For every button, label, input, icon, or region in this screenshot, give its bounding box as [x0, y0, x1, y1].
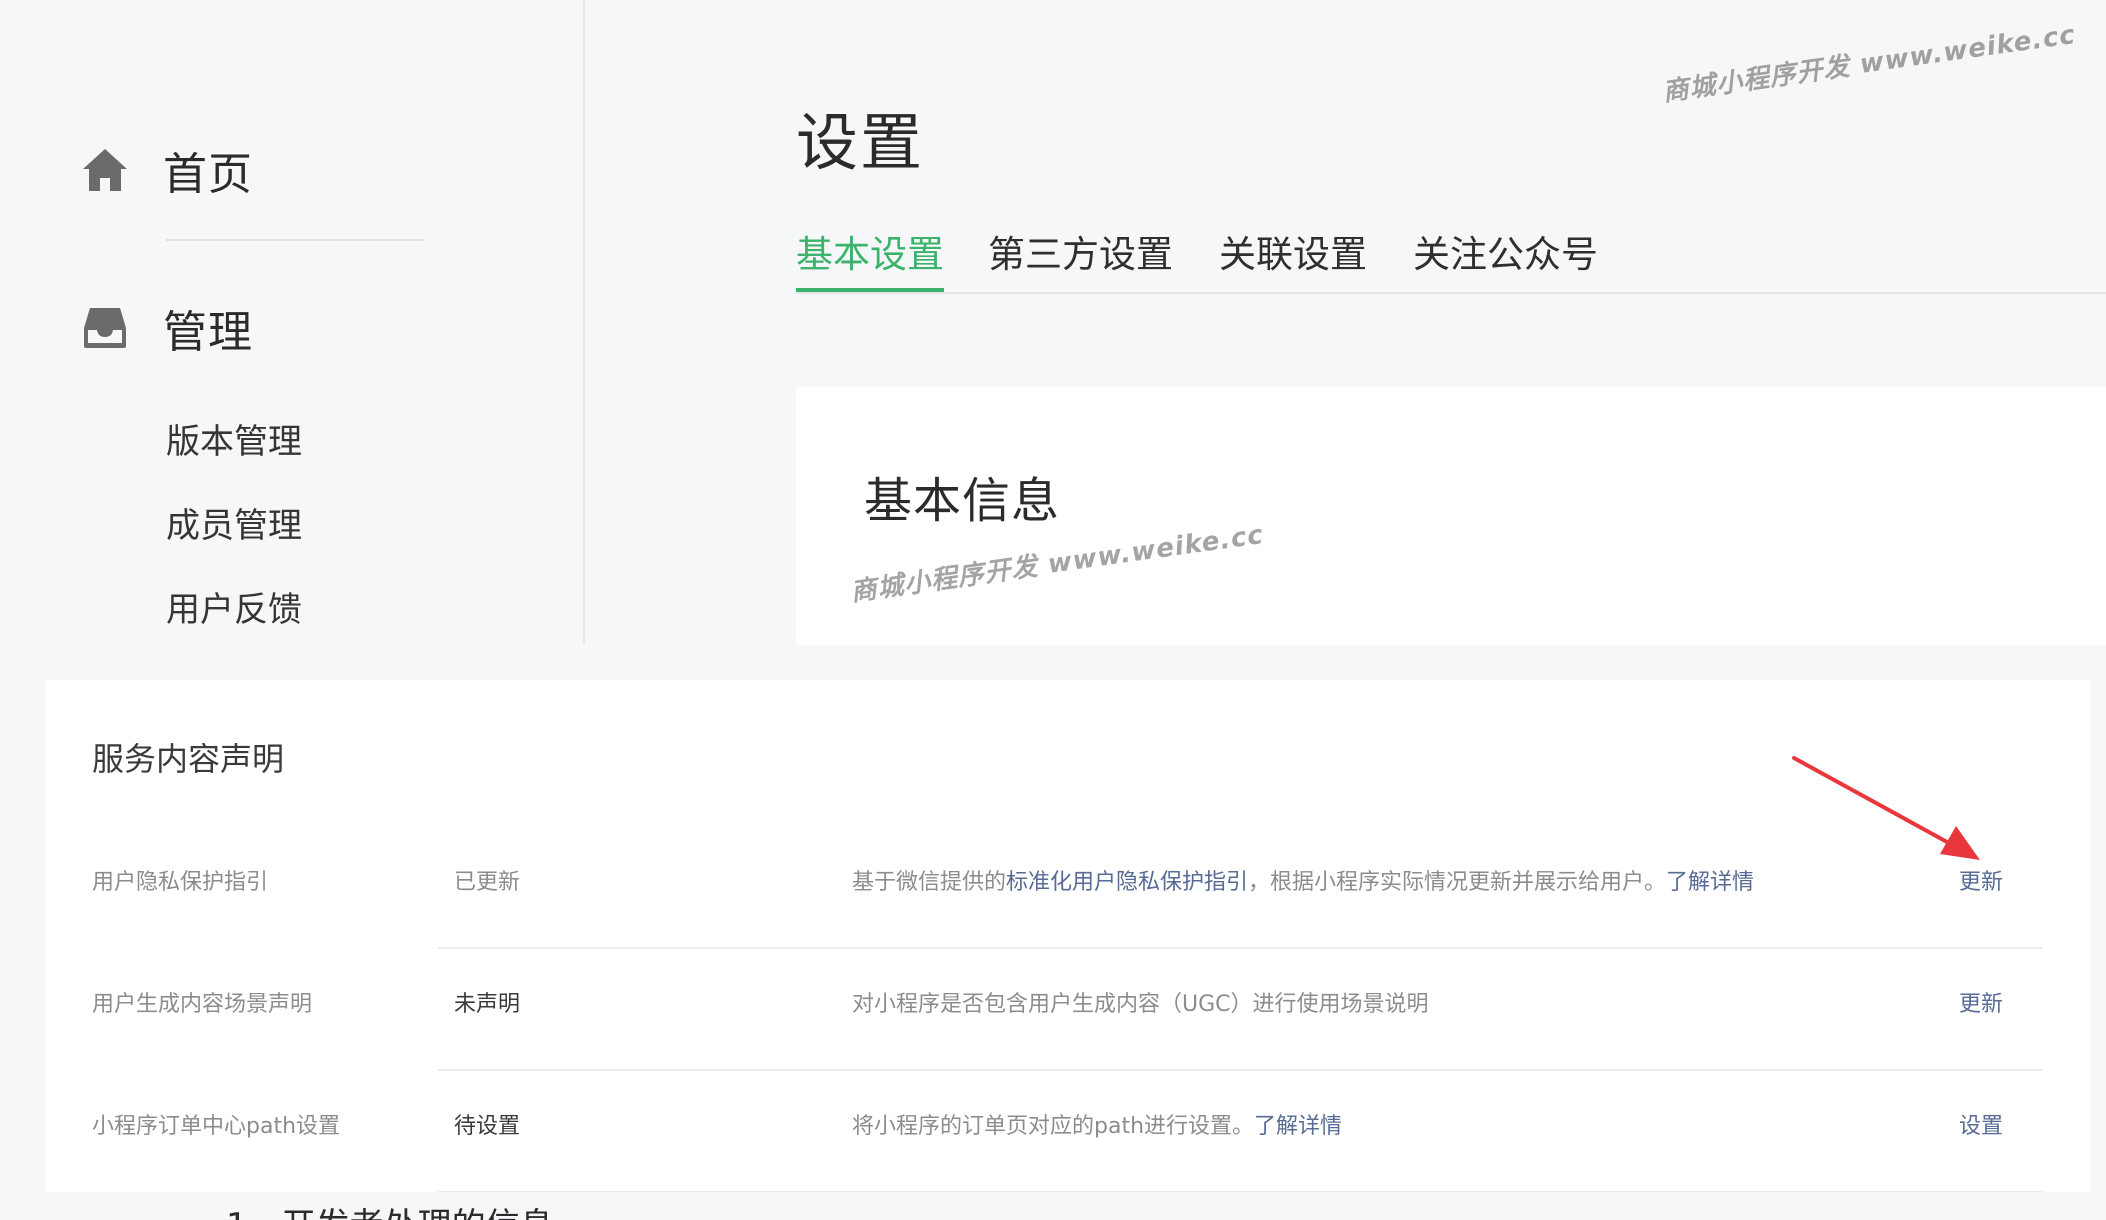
home-icon	[80, 145, 130, 195]
description-text: 基于微信提供的	[852, 870, 1007, 895]
sidebar-item-manage[interactable]: 管理	[80, 296, 253, 360]
sidebar-item-label: 首页	[163, 149, 253, 200]
bottom-section-peek: 1、开发者处理的信息	[0, 1192, 2106, 1220]
row-status: 待设置	[454, 1114, 521, 1139]
basic-info-card: 基本信息	[796, 387, 2106, 645]
row-name: 用户隐私保护指引	[92, 870, 269, 895]
learn-more-link[interactable]: 了解详情	[1254, 1114, 1342, 1139]
tab-follow-official-account[interactable]: 关注公众号	[1413, 224, 1598, 292]
sidebar-item-label: 管理	[163, 307, 253, 358]
row-description: 基于微信提供的标准化用户隐私保护指引，根据小程序实际情况更新并展示给用户。了解详…	[852, 867, 1754, 899]
description-text: 对小程序是否包含用户生成内容（UGC）进行使用场景说明	[852, 992, 1429, 1017]
page-title: 设置	[796, 106, 925, 179]
inbox-icon	[80, 303, 130, 353]
row-status: 已更新	[454, 870, 521, 895]
annotation-arrow-icon	[1792, 756, 1980, 860]
row-status: 未声明	[454, 992, 521, 1017]
basic-info-title: 基本信息	[864, 473, 1061, 529]
table-row: 用户生成内容场景声明 未声明 对小程序是否包含用户生成内容（UGC）进行使用场景…	[46, 949, 2090, 1071]
learn-more-link[interactable]: 了解详情	[1666, 870, 1754, 895]
description-text: ，根据小程序实际情况更新并展示给用户。	[1248, 870, 1667, 895]
service-declaration-title: 服务内容声明	[92, 740, 285, 778]
row-description: 对小程序是否包含用户生成内容（UGC）进行使用场景说明	[852, 989, 1429, 1021]
table-row: 小程序订单中心path设置 待设置 将小程序的订单页对应的path进行设置。了解…	[46, 1071, 2090, 1193]
table-row: 用户隐私保护指引 已更新 基于微信提供的标准化用户隐私保护指引，根据小程序实际情…	[46, 827, 2090, 949]
row-description: 将小程序的订单页对应的path进行设置。了解详情	[852, 1111, 1342, 1143]
settings-tabs: 基本设置 第三方设置 关联设置 关注公众号	[796, 224, 2106, 294]
row-name: 用户生成内容场景声明	[92, 992, 313, 1017]
section-heading: 1、开发者处理的信息	[226, 1198, 554, 1220]
sidebar: 首页 管理 版本管理 成员管理 用户反馈	[0, 0, 585, 645]
tab-basic-settings[interactable]: 基本设置	[796, 224, 944, 292]
update-button[interactable]: 更新	[1959, 867, 2003, 899]
sidebar-item-member-management[interactable]: 成员管理	[166, 498, 302, 547]
watermark: 商城小程序开发 www.weike.cc	[1660, 19, 2078, 108]
sidebar-item-home[interactable]: 首页	[80, 138, 253, 202]
update-button[interactable]: 更新	[1959, 989, 2003, 1021]
tab-association-settings[interactable]: 关联设置	[1219, 224, 1367, 292]
sidebar-item-version-management[interactable]: 版本管理	[166, 414, 302, 463]
privacy-guide-link[interactable]: 标准化用户隐私保护指引	[1006, 870, 1248, 895]
sidebar-divider	[166, 239, 424, 241]
row-name: 小程序订单中心path设置	[92, 1114, 341, 1139]
tab-third-party-settings[interactable]: 第三方设置	[988, 224, 1173, 292]
service-declaration-panel: 服务内容声明 用户隐私保护指引 已更新 基于微信提供的标准化用户隐私保护指引，根…	[46, 680, 2090, 1205]
description-text: 将小程序的订单页对应的path进行设置。	[852, 1114, 1255, 1139]
sidebar-item-user-feedback[interactable]: 用户反馈	[166, 582, 302, 631]
set-button[interactable]: 设置	[1959, 1111, 2003, 1143]
